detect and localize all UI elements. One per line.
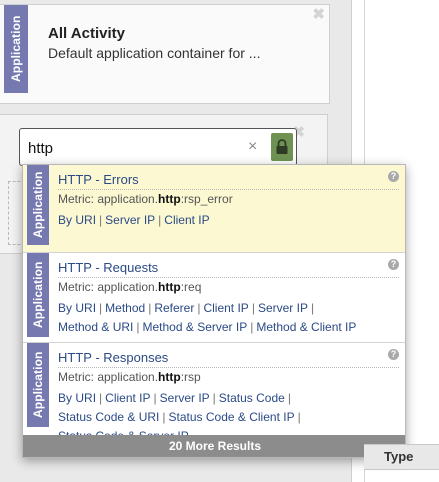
- link-uri[interactable]: URI: [75, 391, 96, 405]
- lock-button[interactable]: [271, 133, 293, 161]
- card-title: All Activity: [48, 25, 125, 42]
- link-referer[interactable]: Referer: [154, 301, 194, 315]
- link-server-ip[interactable]: Server IP: [160, 391, 210, 405]
- result-title[interactable]: HTTP - Responses: [58, 350, 168, 365]
- result-links: By URI | Method | Referer | Client IP | Server I…: [58, 301, 357, 334]
- link-server-ip[interactable]: Server IP: [258, 301, 308, 315]
- search-input[interactable]: [28, 137, 246, 159]
- link-method-client-ip[interactable]: Method & Client IP: [256, 320, 356, 334]
- search-field[interactable]: ×: [19, 128, 297, 166]
- link-method-server-ip[interactable]: Method & Server IP: [143, 320, 248, 334]
- divider: [58, 189, 399, 190]
- divider: [58, 277, 399, 278]
- search-results-dropdown: Application HTTP - Errors ? Metric: appl…: [22, 164, 406, 458]
- link-status-code[interactable]: Status Code: [219, 391, 285, 405]
- close-icon[interactable]: ✖: [312, 7, 325, 22]
- clear-search-icon[interactable]: ×: [248, 137, 257, 157]
- link-uri[interactable]: URI: [75, 301, 96, 315]
- link-method-uri[interactable]: Method & URI: [58, 320, 133, 334]
- link-status-code-uri[interactable]: Status Code & URI: [58, 410, 159, 424]
- application-tag: Application: [27, 165, 49, 245]
- result-http-responses[interactable]: Application HTTP - Responses ? Metric: a…: [23, 343, 405, 443]
- result-metric: Metric: application.http:req: [58, 280, 202, 294]
- activity-card[interactable]: Application All Activity Default applica…: [0, 4, 330, 104]
- card-description: Default application container for ...: [48, 45, 261, 61]
- help-icon[interactable]: ?: [388, 349, 399, 360]
- result-title[interactable]: HTTP - Requests: [58, 260, 158, 275]
- result-http-errors[interactable]: Application HTTP - Errors ? Metric: appl…: [23, 165, 405, 253]
- result-title[interactable]: HTTP - Errors: [58, 172, 139, 187]
- link-client-ip[interactable]: Client IP: [203, 301, 248, 315]
- application-tag: Application: [4, 5, 28, 93]
- link-client-ip[interactable]: Client IP: [164, 213, 209, 227]
- application-tag: Application: [27, 343, 49, 427]
- type-column-header[interactable]: Type: [364, 444, 439, 470]
- divider: [58, 367, 399, 368]
- link-uri[interactable]: URI: [75, 213, 96, 227]
- more-results-button[interactable]: 20 More Results: [23, 435, 405, 457]
- link-client-ip[interactable]: Client IP: [105, 391, 150, 405]
- lock-icon: [276, 139, 288, 154]
- link-server-ip[interactable]: Server IP: [105, 213, 155, 227]
- result-links: By URI | Server IP | Client IP: [58, 213, 210, 227]
- result-http-requests[interactable]: Application HTTP - Requests ? Metric: ap…: [23, 253, 405, 343]
- link-method[interactable]: Method: [105, 301, 145, 315]
- result-metric: Metric: application.http:rsp_error: [58, 192, 233, 206]
- result-metric: Metric: application.http:rsp: [58, 370, 201, 384]
- help-icon[interactable]: ?: [388, 259, 399, 270]
- link-status-code-client-ip[interactable]: Status Code & Client IP: [169, 410, 295, 424]
- application-tag: Application: [27, 253, 49, 337]
- help-icon[interactable]: ?: [388, 171, 399, 182]
